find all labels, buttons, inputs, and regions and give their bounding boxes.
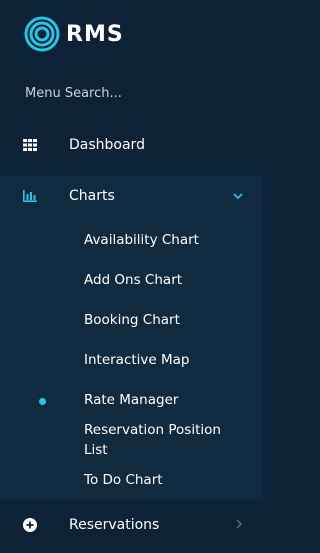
- plus-circle-icon: [22, 517, 38, 533]
- chevron-down-icon: [233, 189, 243, 203]
- sidebar-item-label: Dashboard: [69, 137, 145, 153]
- chevron-right-icon: [236, 518, 243, 532]
- sidebar-item-charts[interactable]: Charts: [0, 176, 263, 216]
- grid-icon: [22, 137, 38, 153]
- rms-logo[interactable]: RMS: [24, 16, 124, 52]
- rms-logo-icon: [24, 16, 60, 52]
- bar-chart-icon: [22, 188, 38, 204]
- brand-name: RMS: [66, 21, 124, 47]
- submenu-item-to-do-chart[interactable]: To Do Chart: [84, 470, 244, 490]
- submenu-item-booking-chart[interactable]: Booking Chart: [84, 310, 244, 330]
- submenu-item-rate-manager[interactable]: Rate Manager: [84, 390, 244, 410]
- submenu-item-availability-chart[interactable]: Availability Chart: [84, 230, 244, 250]
- sidebar-item-dashboard[interactable]: Dashboard: [0, 125, 263, 165]
- sidebar-item-label: Reservations: [69, 517, 160, 533]
- active-indicator: [39, 398, 46, 405]
- submenu-item-add-ons-chart[interactable]: Add Ons Chart: [84, 270, 244, 290]
- submenu-item-interactive-map[interactable]: Interactive Map: [84, 350, 244, 370]
- submenu-item-reservation-position-list[interactable]: Reservation Position List: [84, 420, 234, 460]
- sidebar-item-reservations[interactable]: Reservations: [0, 505, 263, 545]
- menu-search-input[interactable]: Menu Search...: [25, 84, 225, 104]
- sidebar-item-label: Charts: [69, 188, 115, 204]
